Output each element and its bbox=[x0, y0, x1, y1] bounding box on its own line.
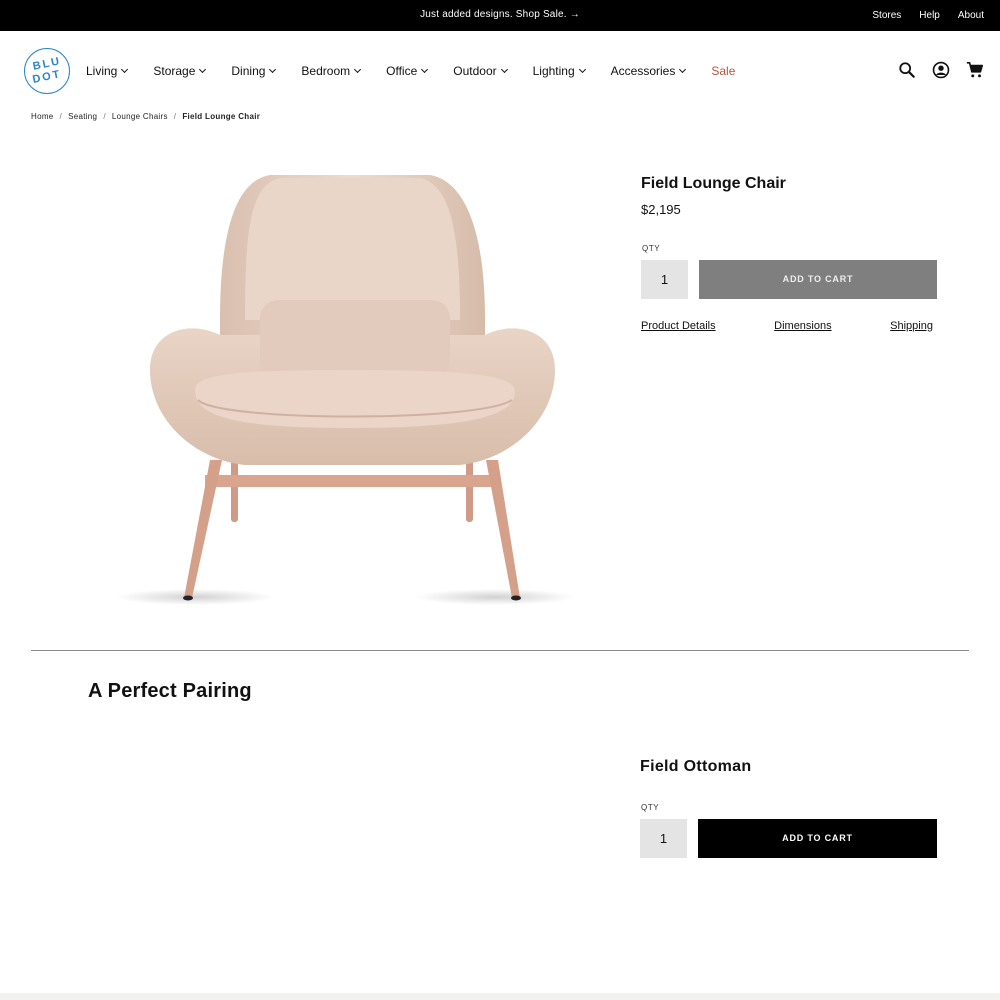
nav-item-label: Office bbox=[386, 64, 418, 78]
shipping-link[interactable]: Shipping bbox=[890, 320, 933, 332]
nav-item-dining[interactable]: Dining bbox=[231, 64, 277, 78]
chevron-down-icon bbox=[679, 65, 687, 74]
chevron-down-icon bbox=[199, 65, 207, 74]
breadcrumb-separator: / bbox=[59, 112, 63, 121]
section-divider bbox=[31, 650, 969, 651]
account-icon[interactable] bbox=[932, 61, 950, 79]
nav-item-outdoor[interactable]: Outdoor bbox=[453, 64, 508, 78]
breadcrumb-seating[interactable]: Seating bbox=[68, 112, 97, 121]
product-image[interactable] bbox=[100, 160, 580, 620]
chevron-down-icon bbox=[269, 65, 277, 74]
chevron-down-icon bbox=[578, 65, 586, 74]
pairing-add-to-cart-button[interactable]: ADD TO CART bbox=[698, 819, 937, 858]
help-link[interactable]: Help bbox=[919, 10, 940, 21]
promo-link[interactable]: Just added designs. Shop Sale. → bbox=[0, 0, 1000, 31]
nav-item-label: Storage bbox=[153, 64, 196, 78]
breadcrumb-separator: / bbox=[173, 112, 177, 121]
breadcrumb: Home / Seating / Lounge Chairs / Field L… bbox=[31, 112, 260, 121]
chevron-down-icon bbox=[500, 65, 508, 74]
utility-links: Stores Help About bbox=[872, 0, 984, 31]
nav-item-sale[interactable]: Sale bbox=[711, 64, 735, 78]
breadcrumb-current: Field Lounge Chair bbox=[182, 112, 261, 121]
nav-item-bedroom[interactable]: Bedroom bbox=[301, 64, 362, 78]
quantity-input[interactable]: 1 bbox=[641, 260, 688, 299]
nav-item-office[interactable]: Office bbox=[386, 64, 429, 78]
pairing-quantity-input[interactable]: 1 bbox=[640, 819, 687, 858]
nav-item-storage[interactable]: Storage bbox=[153, 64, 207, 78]
product-info-links: Product Details Dimensions Shipping bbox=[641, 320, 933, 332]
nav-item-label: Living bbox=[86, 64, 118, 78]
header-actions bbox=[898, 61, 984, 79]
pairing-qty-label: QTY bbox=[641, 803, 660, 812]
pairing-heading: A Perfect Pairing bbox=[88, 680, 252, 702]
footer-band bbox=[0, 993, 1000, 1000]
about-link[interactable]: About bbox=[958, 10, 984, 21]
nav-item-label: Lighting bbox=[532, 64, 575, 78]
search-icon[interactable] bbox=[898, 61, 916, 79]
add-to-cart-button[interactable]: ADD TO CART bbox=[699, 260, 937, 299]
cart-icon[interactable] bbox=[966, 61, 984, 79]
qty-label: QTY bbox=[642, 244, 661, 253]
chevron-down-icon bbox=[121, 65, 129, 74]
pairing-product-title[interactable]: Field Ottoman bbox=[640, 758, 751, 776]
stores-link[interactable]: Stores bbox=[872, 10, 901, 21]
nav-item-label: Accessories bbox=[610, 64, 676, 78]
product-title: Field Lounge Chair bbox=[641, 175, 786, 192]
breadcrumb-separator: / bbox=[103, 112, 106, 121]
chevron-down-icon bbox=[354, 65, 362, 74]
product-details-link[interactable]: Product Details bbox=[641, 320, 716, 332]
nav-item-accessories[interactable]: Accessories bbox=[610, 64, 687, 78]
chevron-down-icon bbox=[421, 65, 429, 74]
dimensions-link[interactable]: Dimensions bbox=[774, 320, 831, 332]
breadcrumb-lounge-chairs[interactable]: Lounge Chairs bbox=[112, 112, 168, 121]
site-header: BLU DOT Living Storage Dining Bedroom Of… bbox=[0, 31, 1000, 113]
product-price: $2,195 bbox=[641, 202, 681, 217]
promo-bar: Just added designs. Shop Sale. → Stores … bbox=[0, 0, 1000, 31]
brand-logo[interactable]: BLU DOT bbox=[24, 48, 70, 94]
nav-item-living[interactable]: Living bbox=[86, 64, 129, 78]
nav-item-label: Dining bbox=[231, 64, 266, 78]
main-nav: Living Storage Dining Bedroom Office Out… bbox=[86, 61, 735, 81]
nav-item-label: Bedroom bbox=[301, 64, 351, 78]
nav-item-lighting[interactable]: Lighting bbox=[532, 64, 586, 78]
nav-item-label: Outdoor bbox=[453, 64, 497, 78]
breadcrumb-home[interactable]: Home bbox=[31, 112, 54, 121]
